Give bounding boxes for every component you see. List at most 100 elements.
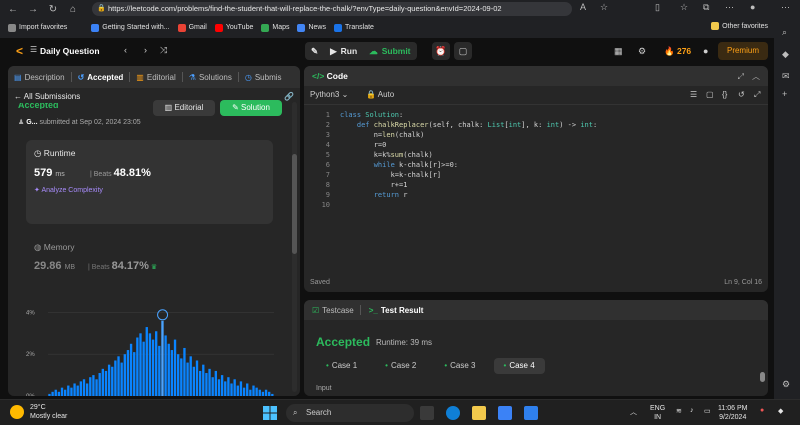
chart-bar[interactable] <box>70 387 73 396</box>
chart-bar[interactable] <box>129 343 133 396</box>
runtime-distribution-chart[interactable]: 4%2%0%534ms562ms582ms602ms <box>26 292 276 396</box>
chart-bar[interactable] <box>142 341 145 396</box>
chart-bar[interactable] <box>246 383 249 396</box>
chart-bar[interactable] <box>252 385 255 396</box>
chart-bar[interactable] <box>98 373 101 396</box>
tab-testcase[interactable]: ☑ Testcase <box>312 306 354 315</box>
battery-icon[interactable]: ▭ <box>704 407 711 415</box>
tab-solutions[interactable]: ⚗ Solutions <box>189 73 232 82</box>
chart-bar[interactable] <box>180 358 183 396</box>
username[interactable]: G... <box>26 119 37 126</box>
editorial-button[interactable]: ▥ Editorial <box>153 100 215 116</box>
chart-bar[interactable] <box>214 370 217 396</box>
daily-question-title[interactable]: Daily Question <box>40 46 100 56</box>
chart-bar[interactable] <box>230 383 233 396</box>
language-select[interactable]: Python3 ⌄ <box>310 90 348 99</box>
scrollbar-thumb[interactable] <box>760 372 765 382</box>
code-editor[interactable]: 1 class Solution: 2 def chalkReplacer(self… <box>304 110 768 210</box>
chart-bar[interactable] <box>107 364 111 396</box>
profile-icon[interactable]: ● <box>750 2 755 12</box>
chart-bar[interactable] <box>183 347 186 396</box>
chart-bar[interactable] <box>133 352 136 396</box>
chart-bar[interactable] <box>224 381 227 396</box>
chart-bar[interactable] <box>104 370 108 396</box>
code-line[interactable]: 10 <box>304 200 768 210</box>
leetcode-logo-icon[interactable]: < <box>16 45 28 57</box>
chart-bar[interactable] <box>85 383 89 396</box>
refresh-icon[interactable]: ↻ <box>46 4 60 15</box>
chart-bar[interactable] <box>205 373 208 396</box>
code-line[interactable]: 5 k=k%sum(chalk) <box>304 150 768 160</box>
chart-bar[interactable] <box>139 333 142 396</box>
shuffle-icon[interactable]: ⤨ <box>160 45 167 56</box>
chart-bar[interactable] <box>158 345 161 396</box>
favorites-icon[interactable]: ☆ <box>680 2 688 13</box>
chart-bar[interactable] <box>82 379 86 396</box>
chart-bar[interactable] <box>271 393 274 396</box>
wifi-icon[interactable]: ≋ <box>676 407 682 415</box>
braces-icon[interactable]: {} <box>722 90 727 99</box>
scrollbar-thumb[interactable] <box>292 154 297 254</box>
bookmark-getting-started[interactable]: Getting Started with... <box>91 23 170 32</box>
chart-bar[interactable] <box>63 389 67 396</box>
chart-bar[interactable] <box>208 368 211 396</box>
chart-bar[interactable] <box>211 377 214 396</box>
chart-bar[interactable] <box>236 385 239 396</box>
solution-button[interactable]: ✎ Solution <box>220 100 282 116</box>
bookmark-icon[interactable]: ▢ <box>706 90 714 99</box>
notification-icon[interactable]: ● <box>760 407 764 414</box>
tab-accepted[interactable]: ↺ Accepted <box>78 73 124 82</box>
chart-bar[interactable] <box>92 375 95 396</box>
volume-icon[interactable]: ♪ <box>690 407 694 414</box>
fullscreen-icon[interactable]: ⤢ <box>754 90 760 100</box>
chart-bar[interactable] <box>233 379 236 396</box>
code-line[interactable]: 8 r+=1 <box>304 180 768 190</box>
chart-bar[interactable] <box>151 339 155 396</box>
chart-bar[interactable] <box>176 354 180 396</box>
bookmark-news[interactable]: News <box>297 23 326 32</box>
chart-bar[interactable] <box>170 350 174 396</box>
taskbar-search[interactable]: ⌕ Search <box>286 404 414 422</box>
chart-bar[interactable] <box>57 391 61 396</box>
chart-bar[interactable] <box>239 381 243 396</box>
search-icon[interactable]: ⌕ <box>782 27 787 38</box>
prev-icon[interactable]: ‹ <box>124 45 127 55</box>
split-screen-icon[interactable]: ▯ <box>655 2 660 13</box>
chart-bar[interactable] <box>48 393 51 396</box>
input-language[interactable]: ENG IN <box>650 404 665 422</box>
collections-icon[interactable]: ⧉ <box>703 2 709 13</box>
chart-bar[interactable] <box>161 320 164 396</box>
bookmark-import[interactable]: Import favorites <box>8 23 67 32</box>
chart-bar[interactable] <box>148 333 152 396</box>
case-tab-1[interactable]: • Case 1 <box>316 358 367 374</box>
premium-button[interactable]: Premium <box>718 42 768 60</box>
favorite-star-icon[interactable]: ☆ <box>600 2 608 13</box>
chart-bar[interactable] <box>258 389 261 396</box>
chart-bar[interactable] <box>268 391 271 396</box>
debug-button[interactable]: ✎ <box>305 42 324 60</box>
chart-bar[interactable] <box>145 327 148 396</box>
chart-bar[interactable] <box>155 331 158 396</box>
chart-bar[interactable] <box>136 337 139 396</box>
bookmark-youtube[interactable]: YouTube <box>214 23 253 32</box>
bookmark-maps[interactable]: Maps <box>261 23 289 32</box>
timer-button[interactable]: ⏰ <box>432 42 450 60</box>
reset-icon[interactable]: ↺ <box>738 90 745 99</box>
chart-bar[interactable] <box>186 362 189 396</box>
copilot-taskbar-icon[interactable]: ◆ <box>778 407 783 415</box>
chart-bar[interactable] <box>249 389 252 396</box>
chart-bar[interactable] <box>227 377 230 396</box>
forward-icon[interactable]: → <box>26 4 40 15</box>
chart-bar[interactable] <box>217 379 221 396</box>
collapse-icon[interactable]: ︿ <box>752 71 760 82</box>
browser-menu-icon[interactable]: ⋯ <box>781 2 790 13</box>
chart-bar[interactable] <box>202 364 205 396</box>
auto-toggle[interactable]: 🔒 Auto <box>366 90 394 99</box>
layout-icon[interactable]: ▦ <box>614 46 623 57</box>
url-bar[interactable]: 🔒 https://leetcode.com/problems/find-the… <box>92 2 572 16</box>
memory-card[interactable]: ◍ Memory 29.86 MB | Beats 84.17% ♛ <box>34 242 157 272</box>
case-tab-4[interactable]: • Case 4 <box>493 358 545 374</box>
tab-description[interactable]: ▤ Description <box>14 73 65 82</box>
analyze-complexity-link[interactable]: ✦ Analyze Complexity <box>34 186 103 194</box>
chart-bar[interactable] <box>60 387 64 396</box>
